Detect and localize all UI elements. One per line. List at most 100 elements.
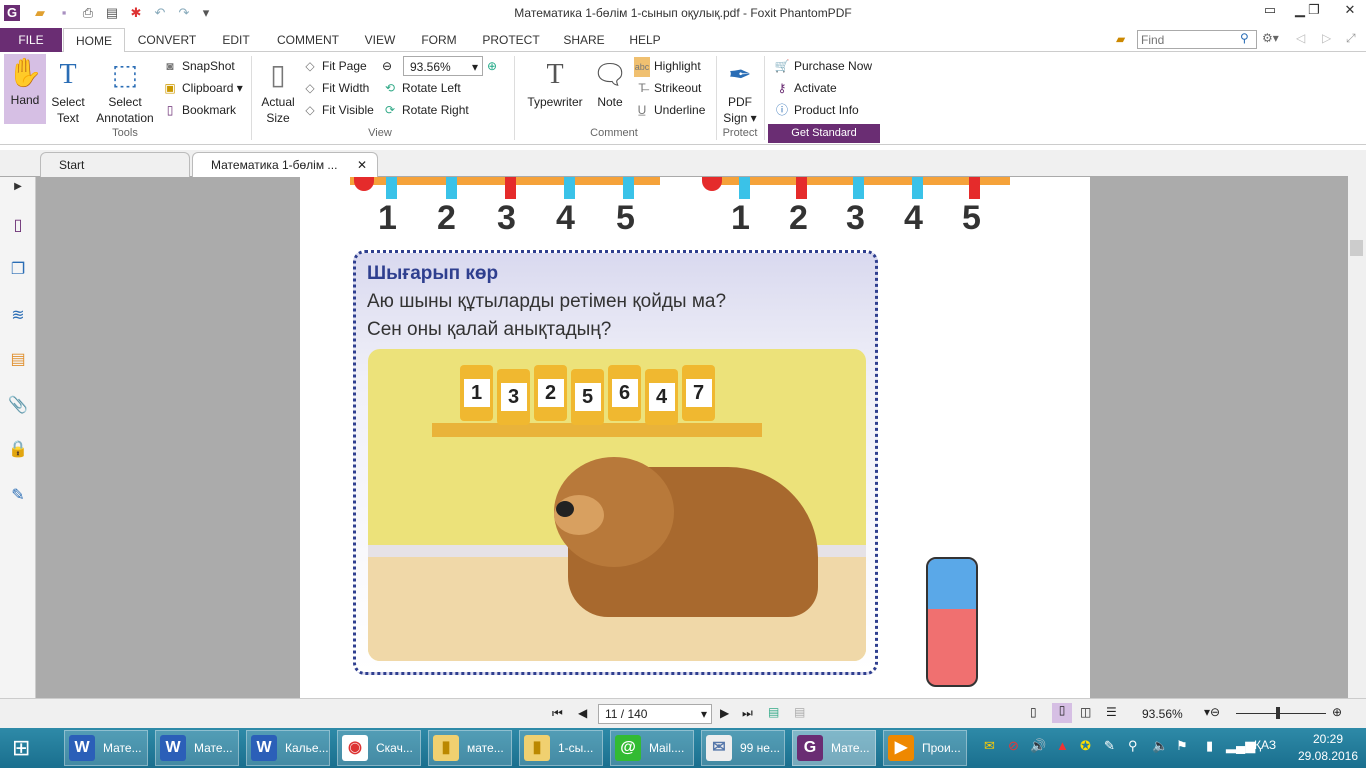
- tab-view[interactable]: VIEW: [358, 28, 402, 52]
- scroll-thumb[interactable]: [1350, 240, 1363, 256]
- taskbar-item-folder[interactable]: ▮ 1-сы...: [519, 730, 603, 766]
- find-folder-icon[interactable]: ▰: [1116, 32, 1125, 46]
- tab-edit[interactable]: EDIT: [214, 28, 258, 52]
- page-number-input[interactable]: 11 / 140 ▾: [598, 704, 712, 724]
- select-annotation-button[interactable]: ⬚ Select Annotation: [92, 56, 158, 126]
- pen-tray-icon[interactable]: ✎: [1104, 738, 1115, 754]
- tab-document[interactable]: Математика 1-бөлім ... ✕: [192, 152, 378, 177]
- network-tray-icon[interactable]: ⚲: [1128, 738, 1138, 754]
- next-view-icon[interactable]: ▤: [794, 705, 805, 719]
- tab-convert[interactable]: CONVERT: [130, 28, 204, 52]
- product-info-button[interactable]: ⓘ Product Info: [774, 100, 859, 120]
- hand-button[interactable]: ✋ Hand: [4, 54, 46, 124]
- expand-icon[interactable]: ⤢: [1346, 31, 1356, 46]
- battery-icon[interactable]: ▮: [1206, 738, 1213, 754]
- typewriter-button[interactable]: T Typewriter: [522, 56, 588, 110]
- clipboard-button[interactable]: ▣ Clipboard ▾: [162, 78, 242, 98]
- rotate-left-button[interactable]: ⟲ Rotate Left: [382, 78, 461, 98]
- tab-form[interactable]: FORM: [412, 28, 466, 52]
- zoom-out-icon[interactable]: ⊖: [382, 56, 392, 76]
- first-page-icon[interactable]: ⏮: [552, 706, 563, 721]
- continuous-facing-icon[interactable]: ☰: [1106, 705, 1117, 719]
- activate-button[interactable]: ⚷ Activate: [774, 78, 837, 98]
- bookmarks-icon[interactable]: ▯: [8, 215, 28, 235]
- taskbar-item-player[interactable]: ▶ Прои...: [883, 730, 967, 766]
- taskbar-item-mail-agent[interactable]: @ Mail....: [610, 730, 694, 766]
- fit-visible-button[interactable]: ◇ Fit Visible: [302, 100, 373, 120]
- actual-size-button[interactable]: ▯ Actual Size: [256, 56, 300, 126]
- rotate-right-button[interactable]: ⟳ Rotate Right: [382, 100, 469, 120]
- pages-icon[interactable]: ❐: [8, 259, 28, 279]
- taskbar-item-mail[interactable]: ✉ 99 не...: [701, 730, 785, 766]
- volume-icon[interactable]: 🔈: [1152, 738, 1168, 754]
- sound-driver-icon[interactable]: 🔊: [1030, 738, 1046, 754]
- comments-icon[interactable]: ▤: [8, 349, 28, 369]
- restore-button[interactable]: ❐: [1300, 2, 1328, 22]
- fit-page-button[interactable]: ◇ Fit Page: [302, 56, 366, 76]
- next-result-icon[interactable]: ▷: [1322, 31, 1331, 45]
- zoom-in-icon[interactable]: ⊕: [487, 56, 497, 76]
- tab-file[interactable]: FILE: [0, 28, 62, 52]
- taskbar-item-chrome[interactable]: ◉ Скач...: [337, 730, 421, 766]
- zoom-value[interactable]: 93.56%: [1142, 707, 1183, 721]
- expand-panel-icon[interactable]: ▶: [8, 181, 28, 201]
- taskbar-item-foxit[interactable]: G Мате...: [792, 730, 876, 766]
- search-icon[interactable]: ⚲: [1240, 31, 1249, 45]
- zoom-slider[interactable]: [1236, 713, 1326, 714]
- zoom-select[interactable]: 93.56% ▾: [403, 56, 483, 76]
- tab-help[interactable]: HELP: [622, 28, 668, 52]
- previous-result-icon[interactable]: ◁: [1296, 31, 1305, 45]
- note-button[interactable]: 🗨 Note: [592, 56, 628, 110]
- mail-tray-icon[interactable]: ✉: [984, 738, 995, 754]
- tab-start[interactable]: Start: [40, 152, 190, 177]
- highlight-button[interactable]: abc Highlight: [634, 56, 701, 77]
- signature-icon[interactable]: ✎: [8, 485, 28, 505]
- taskbar-item-word[interactable]: W Мате...: [155, 730, 239, 766]
- tab-home[interactable]: HOME: [63, 28, 125, 53]
- camera-icon: ◙: [166, 59, 174, 73]
- underline-button[interactable]: U̲ Underline: [634, 100, 706, 120]
- flag-icon[interactable]: ⚑: [1176, 738, 1188, 754]
- taskbar-item-folder[interactable]: ▮ мате...: [428, 730, 512, 766]
- facing-icon[interactable]: ◫: [1080, 705, 1091, 719]
- vertical-scrollbar[interactable]: [1348, 150, 1366, 698]
- taskbar-item-word[interactable]: W Мате...: [64, 730, 148, 766]
- bookmark-button[interactable]: ▯ Bookmark: [162, 100, 236, 120]
- single-page-icon[interactable]: ▯: [1030, 705, 1037, 719]
- close-tab-icon[interactable]: ✕: [357, 153, 367, 178]
- get-standard-label[interactable]: Get Standard: [768, 124, 880, 143]
- zoom-dropdown-icon[interactable]: ▾⊖: [1204, 705, 1220, 719]
- language-indicator[interactable]: ҚАЗ: [1254, 738, 1276, 752]
- security-icon[interactable]: 🔒: [8, 439, 28, 459]
- pdf-sign-button[interactable]: ✒ PDF Sign ▾: [720, 56, 760, 126]
- previous-view-icon[interactable]: ▤: [768, 705, 779, 719]
- close-button[interactable]: ✕: [1336, 2, 1364, 22]
- signal-icon[interactable]: ▂▄▆: [1226, 738, 1255, 754]
- purchase-now-button[interactable]: 🛒 Purchase Now: [774, 56, 873, 76]
- last-page-icon[interactable]: ⏭: [742, 706, 753, 721]
- zoom-in-status-icon[interactable]: ⊕: [1332, 705, 1342, 719]
- tab-comment[interactable]: COMMENT: [268, 28, 348, 52]
- layers-icon[interactable]: ≋: [8, 305, 28, 325]
- gear-icon[interactable]: ⚙▾: [1262, 31, 1279, 45]
- start-button[interactable]: ⊞: [12, 736, 40, 760]
- fit-width-button[interactable]: ◇ Fit Width: [302, 78, 369, 98]
- strikeout-button[interactable]: T̶ Strikeout: [634, 78, 701, 98]
- warning-icon[interactable]: ▲: [1056, 738, 1069, 753]
- taskbar-item-word[interactable]: W Кальe...: [246, 730, 330, 766]
- attachments-icon[interactable]: 📎: [8, 395, 28, 415]
- snapshot-button[interactable]: ◙ SnapShot: [162, 56, 234, 76]
- next-page-icon[interactable]: ▶: [720, 706, 729, 720]
- find-input[interactable]: [1137, 30, 1257, 49]
- app-tray-icon[interactable]: ✪: [1080, 738, 1091, 754]
- tab-protect[interactable]: PROTECT: [476, 28, 546, 52]
- previous-page-icon[interactable]: ◀: [578, 706, 587, 720]
- tab-share[interactable]: SHARE: [556, 28, 612, 52]
- zoom-slider-thumb[interactable]: [1276, 707, 1281, 719]
- antivirus-icon[interactable]: ⊘: [1008, 738, 1019, 754]
- document-view[interactable]: 1 2 3 4 5 1 2 3 4 5 Шығарып көр Аю шыны …: [36, 177, 1348, 698]
- ribbon-toggle-icon[interactable]: ▭: [1256, 2, 1284, 22]
- continuous-page-icon[interactable]: ▯: [1052, 703, 1072, 723]
- select-text-button[interactable]: T Select Text: [48, 56, 88, 126]
- clock[interactable]: 20:29 29.08.2016: [1290, 732, 1366, 763]
